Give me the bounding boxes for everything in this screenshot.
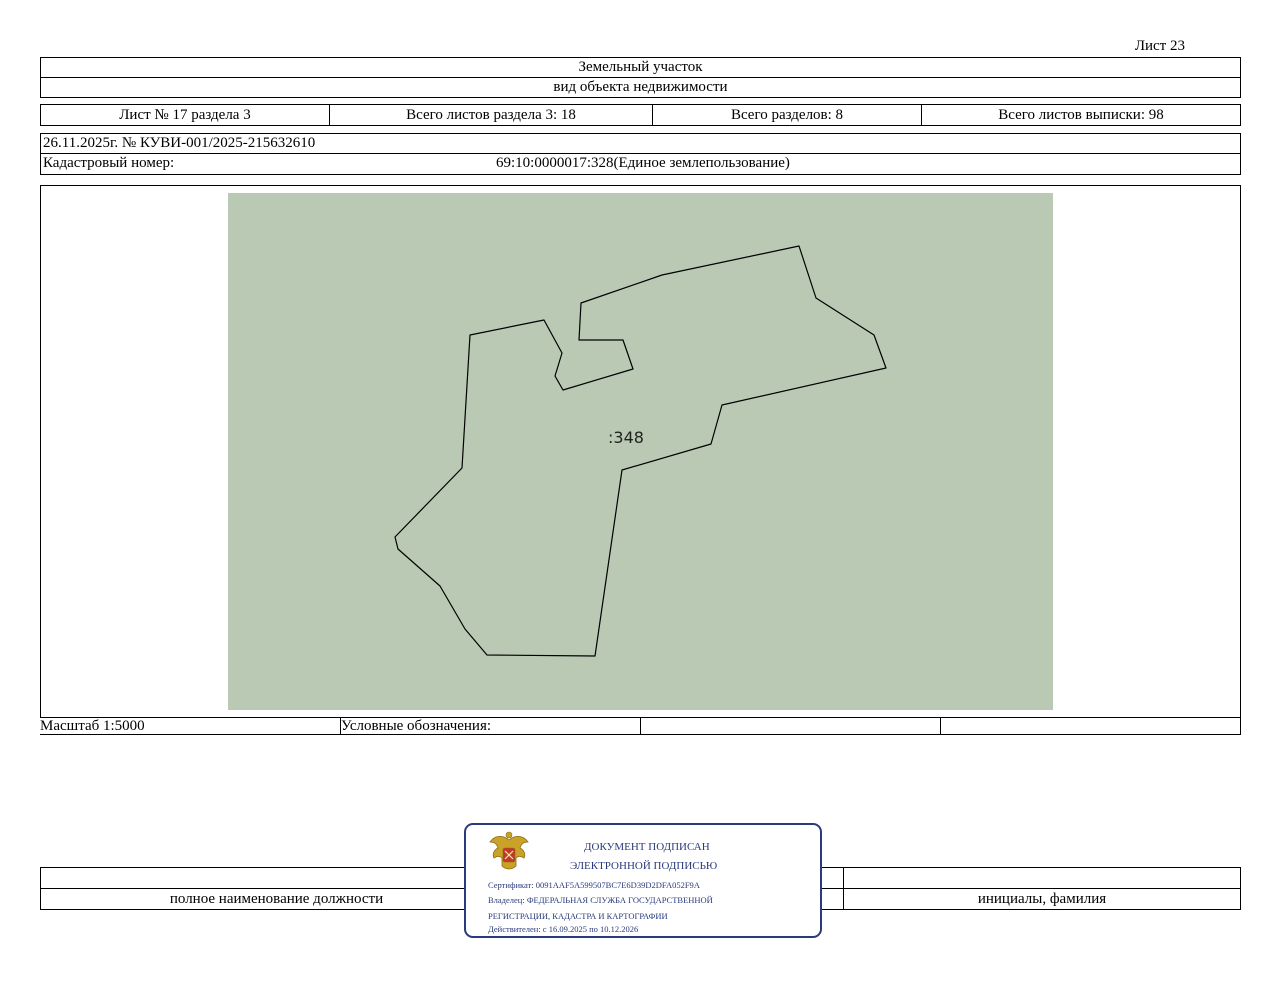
double-headed-eagle-emblem-icon	[489, 831, 529, 870]
stamp-owner-2: РЕГИСТРАЦИИ, КАДАСТРА И КАРТОГРАФИИ	[488, 911, 668, 921]
map-scale: Масштаб 1:5000	[40, 717, 145, 734]
position-caption: полное наименование должности	[169, 890, 384, 907]
extract-date-number: 26.11.2025г. № КУВИ-001/2025-215632610	[40, 133, 1241, 154]
name-field	[843, 868, 1240, 888]
object-title: Земельный участок	[40, 57, 1241, 78]
stamp-certificate: Сертификат: 0091AAF5A599507BC7E6D39D2DFA…	[488, 880, 700, 890]
cadastral-map: :348	[228, 193, 1053, 710]
parcel-number-label: :348	[608, 428, 644, 447]
total-sections: Всего разделов: 8	[652, 105, 921, 125]
stamp-owner-1: Владелец: ФЕДЕРАЛЬНАЯ СЛУЖБА ГОСУДАРСТВЕ…	[488, 895, 713, 905]
legend-cell-2	[940, 718, 1240, 734]
section-info-row: Лист № 17 раздела 3 Всего листов раздела…	[40, 104, 1241, 126]
stamp-validity: Действителен: с 16.09.2025 по 10.12.2026	[488, 924, 639, 934]
position-field	[41, 868, 512, 888]
sheet-label: Лист 23	[1134, 38, 1185, 54]
legend-label: Условные обозначения:	[340, 718, 640, 734]
legend-cell-1	[640, 718, 940, 734]
total-sheets: Всего листов выписки: 98	[921, 105, 1240, 125]
cadastral-label: Кадастровый номер:	[43, 155, 175, 171]
stamp-line-2: ЭЛЕКТРОННОЙ ПОДПИСЬЮ	[570, 860, 718, 872]
stamp-line-1: ДОКУМЕНТ ПОДПИСАН	[584, 841, 710, 853]
scale-legend-row: Масштаб 1:5000 Условные обозначения:	[40, 717, 1241, 735]
sheets-in-section: Всего листов раздела 3: 18	[329, 105, 652, 125]
map-background	[228, 193, 1053, 710]
sheet-number: Лист № 17 раздела 3	[119, 106, 251, 123]
cadastral-row: Кадастровый номер: 69:10:0000017:328(Еди…	[40, 153, 1241, 175]
name-caption: инициалы, фамилия	[843, 889, 1240, 909]
cadastral-number: 69:10:0000017:328(Единое землепользовани…	[496, 155, 790, 171]
object-type-caption: вид объекта недвижимости	[40, 77, 1241, 98]
electronic-signature-stamp: ДОКУМЕНТ ПОДПИСАН ЭЛЕКТРОННОЙ ПОДПИСЬЮ С…	[464, 823, 822, 938]
parcel-map-svg: :348	[228, 193, 1053, 710]
